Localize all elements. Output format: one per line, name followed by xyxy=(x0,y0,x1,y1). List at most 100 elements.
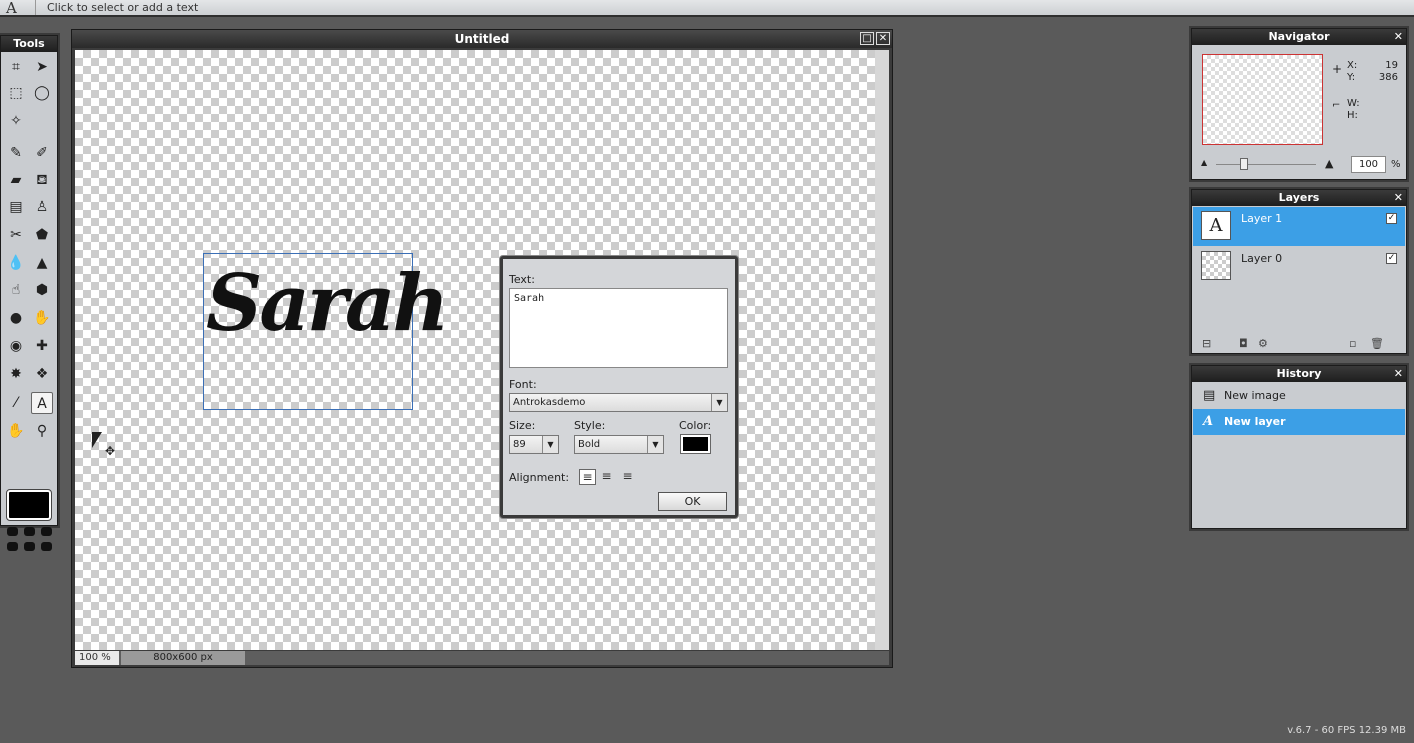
smudge-tool-icon[interactable]: ☝ xyxy=(5,279,27,301)
maximize-icon[interactable]: □ xyxy=(860,32,874,45)
text-input[interactable]: Sarah xyxy=(509,288,728,368)
sharpen-tool-icon[interactable]: ▲ xyxy=(31,252,53,274)
close-icon[interactable]: ✕ xyxy=(1394,191,1403,205)
bloat-tool-icon[interactable]: ✸ xyxy=(5,363,27,385)
crop-tool-icon[interactable]: ⌗ xyxy=(5,56,27,78)
pinch-tool-icon[interactable]: ❖ xyxy=(31,363,53,385)
size-select[interactable]: 89 ▼ xyxy=(509,435,559,454)
history-title-text: History xyxy=(1276,367,1322,380)
layer-thumbnail: A xyxy=(1201,211,1231,240)
red-eye-tool-icon[interactable]: ◉ xyxy=(5,335,27,357)
color-options[interactable] xyxy=(7,527,53,553)
text-color-swatch[interactable] xyxy=(680,434,711,454)
zoom-slider-handle[interactable] xyxy=(1240,158,1248,170)
y-label: Y: xyxy=(1347,72,1356,83)
sponge-tool-icon[interactable]: ⬢ xyxy=(31,279,53,301)
layers-panel: Layers ✕ A Layer 1 ✓ Layer 0 ✓ ⊟ ◘ ⚙ ▫ 🗑 xyxy=(1191,189,1407,354)
layer-styles-icon[interactable]: ⊟ xyxy=(1202,337,1211,350)
layer-row[interactable]: Layer 0 ✓ xyxy=(1193,247,1405,286)
color-dot[interactable] xyxy=(24,527,35,536)
h-label: H: xyxy=(1347,110,1358,121)
chevron-down-icon[interactable]: ▼ xyxy=(711,394,727,411)
tools-panel: Tools ⌗ ➤ ⬚ ◯ ✧ ✎ ✐ ▰ ⛾ ▤ ♙ ✂ ⬟ 💧 ▲ ☝ ⬢ ● ✋ ◉ ✚ ✸ ❖ ⁄ A ✋ ⚲ xyxy=(0,35,58,551)
shape-tool-icon[interactable]: ⬟ xyxy=(31,224,53,246)
color-replace-tool-icon[interactable]: ✂ xyxy=(5,224,27,246)
eraser-tool-icon[interactable]: ▰ xyxy=(5,169,27,191)
new-layer-icon[interactable]: ▫ xyxy=(1349,337,1356,350)
color-label: Color: xyxy=(679,419,712,432)
color-picker-tool-icon[interactable]: ⁄ xyxy=(5,392,27,414)
close-icon[interactable]: ✕ xyxy=(1394,367,1403,381)
pencil-tool-icon[interactable]: ✎ xyxy=(5,142,27,164)
lasso-tool-icon[interactable]: ◯ xyxy=(31,82,53,104)
clone-stamp-tool-icon[interactable]: ♙ xyxy=(31,196,53,218)
zoom-level[interactable]: 100 % xyxy=(75,651,119,665)
y-value: 386 xyxy=(1378,72,1398,83)
ok-button[interactable]: OK xyxy=(658,492,727,511)
style-label: Style: xyxy=(574,419,606,432)
tools-panel-title: Tools xyxy=(1,36,57,52)
close-icon[interactable]: ✕ xyxy=(876,32,890,45)
color-dot[interactable] xyxy=(7,542,18,551)
layer-name: Layer 1 xyxy=(1241,212,1283,225)
color-dot[interactable] xyxy=(7,527,18,536)
burn-tool-icon[interactable]: ● xyxy=(5,307,27,329)
hand-tool-icon[interactable]: ✋ xyxy=(5,420,27,442)
layer-row[interactable]: A Layer 1 ✓ xyxy=(1193,207,1405,246)
options-bar: A Click to select or add a text xyxy=(0,0,1414,17)
font-select[interactable]: Antrokasdemo ▼ xyxy=(509,393,728,412)
toolbar-divider xyxy=(35,0,36,15)
zoom-out-icon[interactable]: ▲ xyxy=(1201,158,1207,167)
color-dot[interactable] xyxy=(41,527,52,536)
history-item[interactable]: A New layer xyxy=(1193,409,1405,435)
zoom-in-icon[interactable]: ▲ xyxy=(1325,157,1333,170)
layer-settings-icon[interactable]: ⚙ xyxy=(1258,337,1268,350)
x-value: 19 xyxy=(1385,60,1398,71)
chevron-down-icon[interactable]: ▼ xyxy=(647,436,663,453)
close-icon[interactable]: ✕ xyxy=(1394,30,1403,44)
zoom-input[interactable]: 100 xyxy=(1351,156,1386,173)
color-dot[interactable] xyxy=(24,542,35,551)
align-right-icon[interactable]: ≡ xyxy=(619,469,636,485)
align-center-icon[interactable]: ≡ xyxy=(598,469,615,485)
align-left-icon[interactable]: ≡ xyxy=(579,469,596,485)
move-cursor-icon: ✥ xyxy=(105,444,116,458)
paint-bucket-tool-icon[interactable]: ⛾ xyxy=(31,169,53,191)
zoom-tool-icon[interactable]: ⚲ xyxy=(31,420,53,442)
canvas-text: Sarah xyxy=(206,258,449,349)
magic-wand-tool-icon[interactable]: ✧ xyxy=(5,110,27,132)
style-select[interactable]: Bold ▼ xyxy=(574,435,664,454)
w-label: W: xyxy=(1347,98,1360,109)
layer-mask-icon[interactable]: ◘ xyxy=(1239,337,1248,350)
zoom-slider[interactable] xyxy=(1216,164,1316,165)
blur-tool-icon[interactable]: 💧 xyxy=(5,252,27,274)
font-value: Antrokasdemo xyxy=(513,397,586,408)
new-layer-type-icon: A xyxy=(1203,414,1214,429)
color-dot[interactable] xyxy=(41,542,52,551)
version-info: v.6.7 - 60 FPS 12.39 MB xyxy=(1287,725,1406,736)
image-canvas[interactable]: Sarah xyxy=(75,50,875,650)
navigator-thumbnail[interactable] xyxy=(1202,54,1323,145)
dodge-tool-icon[interactable]: ✋ xyxy=(31,307,53,329)
brush-tool-icon[interactable]: ✐ xyxy=(31,142,53,164)
size-label: Size: xyxy=(509,419,536,432)
move-tool-icon[interactable]: ➤ xyxy=(31,56,53,78)
visibility-checkbox[interactable]: ✓ xyxy=(1386,253,1397,264)
tool-hint-text: Click to select or add a text xyxy=(47,1,199,14)
gradient-tool-icon[interactable]: ▤ xyxy=(5,196,27,218)
marquee-tool-icon[interactable]: ⬚ xyxy=(5,82,27,104)
new-image-icon: ▤ xyxy=(1203,388,1216,403)
chevron-down-icon[interactable]: ▼ xyxy=(542,436,558,453)
foreground-color-swatch[interactable] xyxy=(6,489,52,521)
vertical-scrollbar[interactable] xyxy=(875,50,889,650)
text-label: Text: xyxy=(509,273,535,286)
spot-heal-tool-icon[interactable]: ✚ xyxy=(31,335,53,357)
history-item[interactable]: ▤ New image xyxy=(1193,383,1405,409)
trash-icon[interactable]: 🗑 xyxy=(1370,337,1384,350)
text-layer-box[interactable]: Sarah xyxy=(203,253,449,410)
type-tool-icon[interactable]: A xyxy=(31,392,53,414)
size-value: 89 xyxy=(513,439,526,450)
layer-name: Layer 0 xyxy=(1241,252,1283,265)
document-titlebar[interactable]: Untitled □ ✕ xyxy=(72,30,892,48)
visibility-checkbox[interactable]: ✓ xyxy=(1386,213,1397,224)
